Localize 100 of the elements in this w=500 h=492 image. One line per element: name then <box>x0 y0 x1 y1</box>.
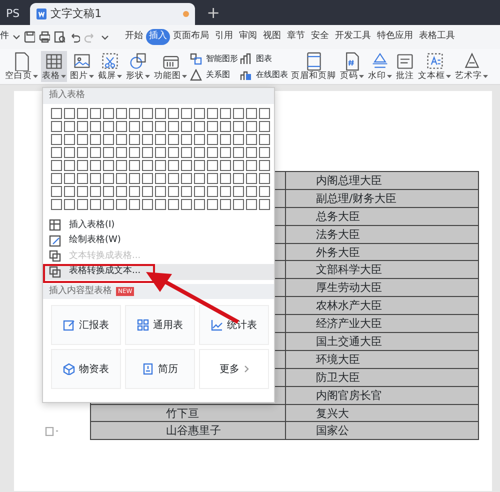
grid-cell[interactable] <box>181 120 192 132</box>
template-card[interactable]: 物资表 <box>51 349 121 389</box>
grid-cell[interactable] <box>64 146 75 158</box>
ribbon-button[interactable]: 页眉和页脚 <box>290 50 337 82</box>
grid-cell[interactable] <box>220 160 231 170</box>
grid-cell[interactable] <box>155 198 166 210</box>
grid-cell[interactable] <box>220 186 231 196</box>
grid-cell[interactable] <box>233 186 244 196</box>
grid-cell[interactable] <box>90 186 101 196</box>
grid-cell[interactable] <box>194 108 205 118</box>
grid-cell[interactable] <box>233 134 244 144</box>
window-tab[interactable]: PS <box>0 3 26 25</box>
grid-cell[interactable] <box>220 108 231 118</box>
grid-cell[interactable] <box>116 134 127 144</box>
grid-cell[interactable] <box>168 172 179 184</box>
grid-cell[interactable] <box>129 160 140 170</box>
ribbon-button[interactable]: 图片 <box>69 50 95 82</box>
grid-cell[interactable] <box>168 146 179 158</box>
menu-tab[interactable]: 引用 <box>212 29 236 45</box>
ribbon-button[interactable]: 批注 <box>395 50 415 82</box>
grid-cell[interactable] <box>194 160 205 170</box>
grid-cell[interactable] <box>207 160 218 170</box>
grid-cell[interactable] <box>220 120 231 132</box>
grid-cell[interactable] <box>246 198 257 210</box>
grid-cell[interactable] <box>129 108 140 118</box>
grid-cell[interactable] <box>116 186 127 196</box>
menu-tab[interactable]: 插入 <box>146 29 170 45</box>
grid-cell[interactable] <box>64 120 75 132</box>
grid-cell[interactable] <box>207 134 218 144</box>
grid-cell[interactable] <box>103 108 114 118</box>
grid-cell[interactable] <box>51 186 62 196</box>
grid-cell[interactable] <box>181 186 192 196</box>
new-tab-button[interactable]: + <box>206 5 220 21</box>
grid-cell[interactable] <box>220 134 231 144</box>
grid-cell[interactable] <box>207 198 218 210</box>
grid-cell[interactable] <box>90 146 101 158</box>
grid-cell[interactable] <box>194 134 205 144</box>
grid-cell[interactable] <box>129 172 140 184</box>
grid-cell[interactable] <box>155 108 166 118</box>
grid-cell[interactable] <box>90 198 101 210</box>
grid-cell[interactable] <box>77 134 88 144</box>
ribbon-button[interactable]: 功能图 <box>153 50 188 82</box>
grid-cell[interactable] <box>64 160 75 170</box>
grid-cell[interactable] <box>259 108 270 118</box>
grid-cell[interactable] <box>246 120 257 132</box>
grid-cell[interactable] <box>246 146 257 158</box>
ribbon-button[interactable]: 图表 <box>240 52 288 64</box>
grid-cell[interactable] <box>259 160 270 170</box>
grid-cell[interactable] <box>64 134 75 144</box>
grid-cell[interactable] <box>246 134 257 144</box>
grid-cell[interactable] <box>155 120 166 132</box>
grid-cell[interactable] <box>168 108 179 118</box>
grid-cell[interactable] <box>155 146 166 158</box>
grid-cell[interactable] <box>155 172 166 184</box>
grid-cell[interactable] <box>207 186 218 196</box>
grid-cell[interactable] <box>90 172 101 184</box>
grid-cell[interactable] <box>155 134 166 144</box>
grid-cell[interactable] <box>116 198 127 210</box>
grid-cell[interactable] <box>129 186 140 196</box>
ribbon-button[interactable]: 页码 <box>339 50 365 82</box>
grid-cell[interactable] <box>103 146 114 158</box>
menu-tab[interactable]: 特色应用 <box>374 29 416 45</box>
grid-cell[interactable] <box>129 198 140 210</box>
ribbon-button[interactable]: 截屏 <box>97 50 123 82</box>
undo-icon[interactable] <box>69 31 80 43</box>
ribbon-button[interactable]: 水印 <box>367 50 393 82</box>
grid-cell[interactable] <box>259 198 270 210</box>
grid-cell[interactable] <box>246 108 257 118</box>
grid-cell[interactable] <box>259 120 270 132</box>
grid-cell[interactable] <box>181 160 192 170</box>
ribbon-button[interactable]: 艺术字 <box>454 50 489 82</box>
grid-cell[interactable] <box>181 146 192 158</box>
grid-cell[interactable] <box>90 120 101 132</box>
ribbon-button[interactable]: 关系图 <box>190 68 238 80</box>
grid-cell[interactable] <box>142 186 153 196</box>
grid-cell[interactable] <box>233 120 244 132</box>
grid-cell[interactable] <box>181 134 192 144</box>
grid-cell[interactable] <box>233 160 244 170</box>
menu-item[interactable]: 插入表格(I) <box>43 218 274 233</box>
grid-cell[interactable] <box>90 160 101 170</box>
grid-cell[interactable] <box>233 146 244 158</box>
grid-cell[interactable] <box>103 134 114 144</box>
grid-cell[interactable] <box>77 120 88 132</box>
grid-cell[interactable] <box>207 172 218 184</box>
grid-cell[interactable] <box>77 146 88 158</box>
grid-cell[interactable] <box>103 198 114 210</box>
grid-cell[interactable] <box>90 108 101 118</box>
menu-item[interactable]: 绘制表格(W) <box>43 233 274 248</box>
window-tab[interactable]: 文字文稿1 <box>30 3 195 25</box>
grid-cell[interactable] <box>142 120 153 132</box>
grid-cell[interactable] <box>194 146 205 158</box>
template-card[interactable]: 简历 <box>125 349 195 389</box>
grid-cell[interactable] <box>142 160 153 170</box>
grid-cell[interactable] <box>103 160 114 170</box>
ribbon-button[interactable]: 在线图表 <box>240 68 288 80</box>
grid-cell[interactable] <box>77 186 88 196</box>
grid-cell[interactable] <box>77 160 88 170</box>
menu-tab[interactable]: 表格工具 <box>416 29 458 45</box>
grid-cell[interactable] <box>116 146 127 158</box>
grid-cell[interactable] <box>168 134 179 144</box>
